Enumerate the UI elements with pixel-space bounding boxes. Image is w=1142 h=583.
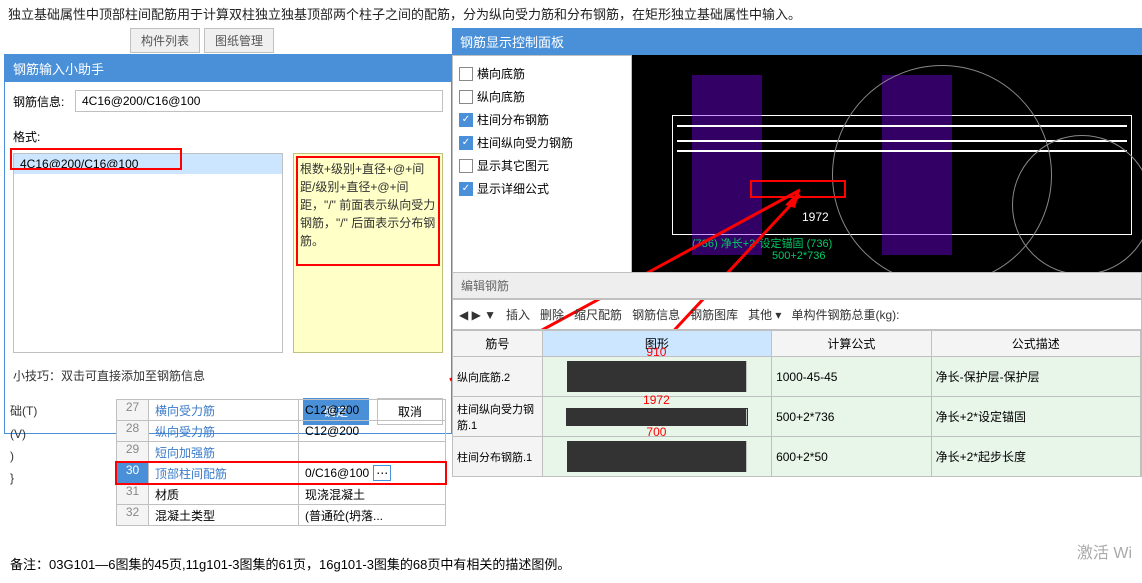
grid-row-selected[interactable]: 柱间纵向受力钢筋.1 1972 500+2*736净长+2*设定锚固 bbox=[453, 396, 1141, 436]
dialog-title: 钢筋输入小助手 bbox=[5, 55, 451, 82]
description-text: 独立基础属性中顶部柱间配筋用于计算双柱独立独基顶部两个柱子之间的配筋，分为纵向受… bbox=[0, 0, 1142, 27]
doc-tabs: 构件列表 图纸管理 bbox=[130, 28, 274, 53]
check-hbottom[interactable] bbox=[459, 67, 473, 81]
cad-dim-value: 1972 bbox=[802, 210, 829, 224]
display-checks: 横向底筋 纵向底筋 ✓柱间分布钢筋 ✓柱间纵向受力钢筋 显示其它图元 ✓显示详细… bbox=[452, 55, 632, 285]
cad-anno2: 500+2*736 bbox=[772, 250, 826, 262]
tab-component-list[interactable]: 构件列表 bbox=[130, 28, 200, 53]
grid-row[interactable]: 柱间分布钢筋.1 700 600+2*50净长+2*起步长度 bbox=[453, 436, 1141, 476]
check-vbottom[interactable] bbox=[459, 90, 473, 104]
tip-text: 小技巧：双击可直接添加至钢筋信息 bbox=[5, 361, 451, 390]
edit-rebar-section: 编辑钢筋 ◀ ▶ ▼ 插入 删除 缩尺配筋 钢筋信息 钢筋图库 其他 ▾ 单构件… bbox=[452, 272, 1142, 477]
edit-title: 编辑钢筋 bbox=[452, 272, 1142, 299]
info-button[interactable]: 钢筋信息 bbox=[632, 306, 680, 323]
check-other[interactable] bbox=[459, 159, 473, 173]
delete-button[interactable]: 删除 bbox=[540, 306, 564, 323]
format-label: 格式: bbox=[13, 128, 69, 145]
check-detail[interactable]: ✓ bbox=[459, 182, 473, 196]
prop-row[interactable]: 29短向加强筋 bbox=[116, 441, 446, 463]
check-force[interactable]: ✓ bbox=[459, 136, 473, 150]
footer-note: 备注：03G101—6图集的45页,11g101-3图集的61页，16g101-… bbox=[10, 554, 570, 573]
side-fragments: 础(T)(V))} bbox=[0, 398, 47, 489]
prop-row-highlighted[interactable]: 30顶部柱间配筋0/C16@100 ⋯ bbox=[116, 462, 446, 484]
rebar-input-helper-dialog: 钢筋输入小助手 钢筋信息: 格式: 4C16@200/C16@100 根数+级别… bbox=[4, 54, 452, 434]
prop-row[interactable]: 31材质现浇混凝土 bbox=[116, 483, 446, 505]
activate-windows: 激活 Wi bbox=[1077, 539, 1132, 563]
property-list: 27横向受力筋C12@200 28纵向受力筋C12@200 29短向加强筋 30… bbox=[116, 400, 446, 526]
prop-row[interactable]: 32混凝土类型(普通砼(坍落... bbox=[116, 504, 446, 526]
lib-button[interactable]: 钢筋图库 bbox=[690, 306, 738, 323]
prop-row[interactable]: 27横向受力筋C12@200 bbox=[116, 399, 446, 421]
panel-title: 钢筋显示控制面板 bbox=[452, 28, 1142, 55]
grid-row[interactable]: 纵向底筋.2 910 1000-45-45净长-保护层-保护层 bbox=[453, 356, 1141, 396]
other-button[interactable]: 其他 ▾ bbox=[748, 306, 781, 323]
scale-button[interactable]: 缩尺配筋 bbox=[574, 306, 622, 323]
hint-box: 根数+级别+直径+@+间距/级别+直径+@+间距，"/" 前面表示纵向受力钢筋，… bbox=[293, 153, 443, 353]
total-weight-label: 单构件钢筋总重(kg): bbox=[791, 306, 899, 323]
rebar-grid: 筋号 图形 计算公式 公式描述 纵向底筋.2 910 1000-45-45净长-… bbox=[452, 330, 1142, 477]
check-dist[interactable]: ✓ bbox=[459, 113, 473, 127]
prop-row[interactable]: 28纵向受力筋C12@200 bbox=[116, 420, 446, 442]
info-label: 钢筋信息: bbox=[13, 93, 69, 110]
rebar-info-input[interactable] bbox=[75, 90, 443, 112]
cad-viewport[interactable]: 1972 (736) 净长+2*设定锚固 (736) 500+2*736 bbox=[632, 55, 1142, 285]
ellipsis-button[interactable]: ⋯ bbox=[373, 465, 391, 481]
cad-anno: (736) 净长+2*设定锚固 (736) bbox=[692, 235, 832, 251]
edit-toolbar: ◀ ▶ ▼ 插入 删除 缩尺配筋 钢筋信息 钢筋图库 其他 ▾ 单构件钢筋总重(… bbox=[452, 299, 1142, 330]
tab-drawing-mgmt[interactable]: 图纸管理 bbox=[204, 28, 274, 53]
rebar-display-panel: 钢筋显示控制面板 横向底筋 纵向底筋 ✓柱间分布钢筋 ✓柱间纵向受力钢筋 显示其… bbox=[452, 28, 1142, 285]
format-list[interactable]: 4C16@200/C16@100 bbox=[13, 153, 283, 353]
insert-button[interactable]: 插入 bbox=[506, 306, 530, 323]
